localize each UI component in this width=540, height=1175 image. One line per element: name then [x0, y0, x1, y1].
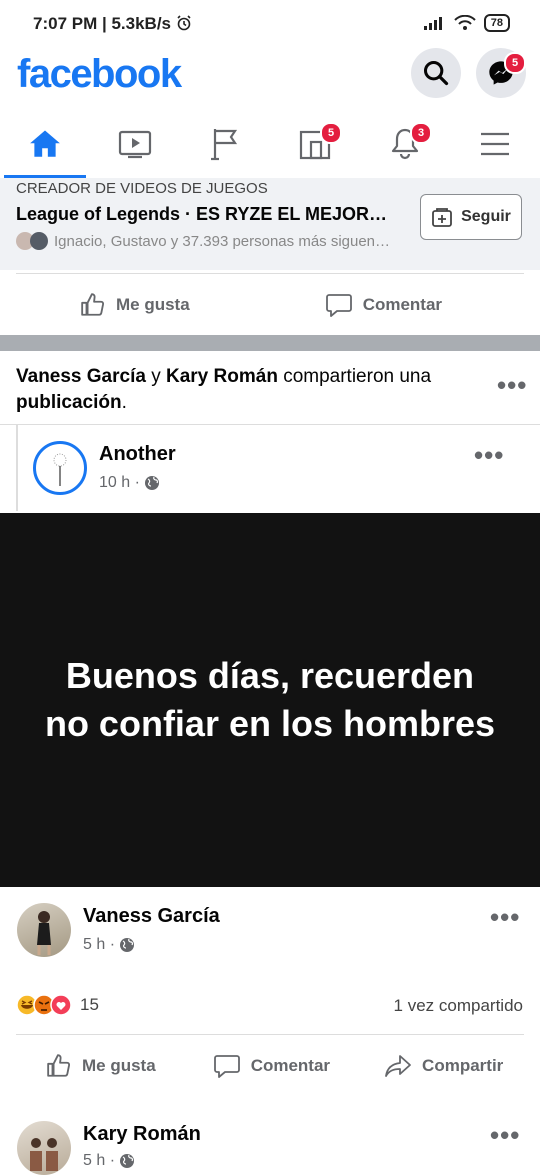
tab-home[interactable] — [0, 110, 90, 178]
feed-separator — [0, 335, 540, 351]
like-icon — [47, 1054, 71, 1077]
follow-label: Seguir — [461, 208, 511, 225]
dandelion-icon — [53, 453, 67, 486]
like-button[interactable]: Me gusta — [46, 1053, 156, 1079]
signal-icon — [423, 17, 442, 30]
shares-count[interactable]: 1 vez compartido — [394, 996, 523, 1016]
followers-line: Ignacio, Gustavo y 37.393 personas más s… — [16, 232, 390, 250]
alarm-icon — [177, 15, 191, 31]
original-author-name[interactable]: Another — [99, 443, 176, 466]
like-label: Me gusta — [82, 1056, 156, 1075]
reactions-summary[interactable]: 15 — [16, 994, 99, 1016]
status-icons: 78 — [423, 14, 510, 32]
love-reaction-icon — [50, 994, 72, 1016]
avatar[interactable] — [17, 1121, 71, 1175]
follow-page-icon — [432, 208, 452, 227]
flag-icon — [211, 129, 238, 161]
menu-icon — [481, 132, 509, 156]
comment-button[interactable]: Comentar — [213, 1053, 330, 1079]
comment-label: Comentar — [362, 295, 443, 314]
comment-icon — [213, 1055, 240, 1078]
page-category: CREADOR DE VIDEOS DE JUEGOS — [16, 180, 268, 197]
tab-notifications[interactable]: 3 — [360, 110, 450, 178]
share-icon — [385, 1055, 411, 1077]
main-tabs: 5 3 — [0, 110, 540, 179]
sharer-2-options-icon[interactable]: ••• — [490, 1120, 520, 1151]
status-bar: 7:07 PM | 5.3kB/s 78 — [0, 0, 540, 48]
person-photo-icon — [37, 911, 51, 955]
avatar[interactable] — [17, 903, 71, 957]
tab-pages[interactable] — [180, 110, 270, 178]
avatar[interactable] — [33, 441, 87, 495]
post-time: 5 h · — [83, 936, 116, 953]
search-button[interactable] — [411, 48, 461, 98]
share-button[interactable]: Compartir — [384, 1053, 503, 1079]
sharer-1-actions: Me gusta Comentar Compartir — [0, 1038, 540, 1094]
page-title[interactable]: League of Legends · ES RYZE EL MEJOR… — [16, 204, 396, 225]
notifications-badge: 3 — [410, 122, 432, 144]
sharer-1-options-icon[interactable]: ••• — [490, 902, 520, 933]
follow-button[interactable]: Seguir — [420, 194, 522, 240]
sharer-name-1[interactable]: Vaness García — [16, 366, 146, 387]
context-dot: . — [121, 392, 127, 413]
text-post-content: Buenos días, recuerden no confiar en los… — [44, 655, 496, 744]
messenger-badge: 5 — [504, 52, 526, 74]
tab-marketplace[interactable]: 5 — [270, 110, 360, 178]
post-options-icon[interactable]: ••• — [497, 370, 527, 401]
original-post-meta: 10 h · — [99, 474, 160, 492]
context-rest: compartieron una — [283, 366, 432, 387]
marketplace-badge: 5 — [320, 122, 342, 144]
video-icon — [118, 130, 152, 159]
wifi-icon — [454, 15, 476, 30]
globe-icon — [120, 938, 135, 952]
share-label: Compartir — [422, 1056, 504, 1075]
reactions-count: 15 — [80, 995, 99, 1014]
sharer-1-name[interactable]: Vaness García — [83, 905, 220, 928]
divider — [16, 273, 524, 274]
previous-post-actions: Me gusta Comentar — [0, 275, 540, 335]
tab-watch[interactable] — [90, 110, 180, 178]
people-photo-icon — [30, 1138, 58, 1171]
like-icon — [81, 293, 105, 316]
text-post[interactable]: Buenos días, recuerden no confiar en los… — [0, 513, 540, 887]
share-context: Vaness García y Kary Román compartieron … — [16, 364, 486, 416]
post-time: 10 h · — [99, 474, 140, 491]
sharer-2-meta: 5 h · — [83, 1152, 135, 1170]
shared-post-border — [16, 425, 18, 511]
avatar — [30, 232, 48, 250]
sharer-2-name[interactable]: Kary Román — [83, 1123, 201, 1146]
follower-avatars — [16, 232, 48, 250]
divider — [16, 1034, 524, 1035]
like-button[interactable]: Me gusta — [80, 292, 190, 318]
sharer-name-2[interactable]: Kary Román — [166, 366, 278, 387]
comment-button[interactable]: Comentar — [325, 292, 442, 318]
tab-menu[interactable] — [450, 110, 540, 178]
context-and: y — [151, 366, 161, 387]
globe-icon — [120, 1154, 135, 1168]
divider — [0, 424, 540, 425]
followers-text: Ignacio, Gustavo y 37.393 personas más s… — [54, 232, 391, 250]
network-speed: 5.3kB/s — [111, 14, 171, 33]
search-icon — [423, 60, 449, 86]
facebook-logo[interactable]: facebook — [17, 52, 182, 97]
post-time: 5 h · — [83, 1152, 116, 1169]
comment-icon — [325, 294, 352, 317]
sharer-1-meta: 5 h · — [83, 936, 135, 954]
status-time: 7:07 PM | 5.3kB/s — [33, 14, 192, 34]
comment-label: Comentar — [250, 1056, 331, 1075]
home-icon — [30, 130, 60, 157]
original-post-options-icon[interactable]: ••• — [474, 440, 504, 471]
clock-text: 7:07 PM — [33, 14, 98, 33]
like-label: Me gusta — [116, 295, 190, 314]
globe-icon — [144, 476, 159, 490]
battery-icon: 78 — [483, 14, 510, 32]
context-publication-link[interactable]: publicación — [16, 392, 122, 413]
